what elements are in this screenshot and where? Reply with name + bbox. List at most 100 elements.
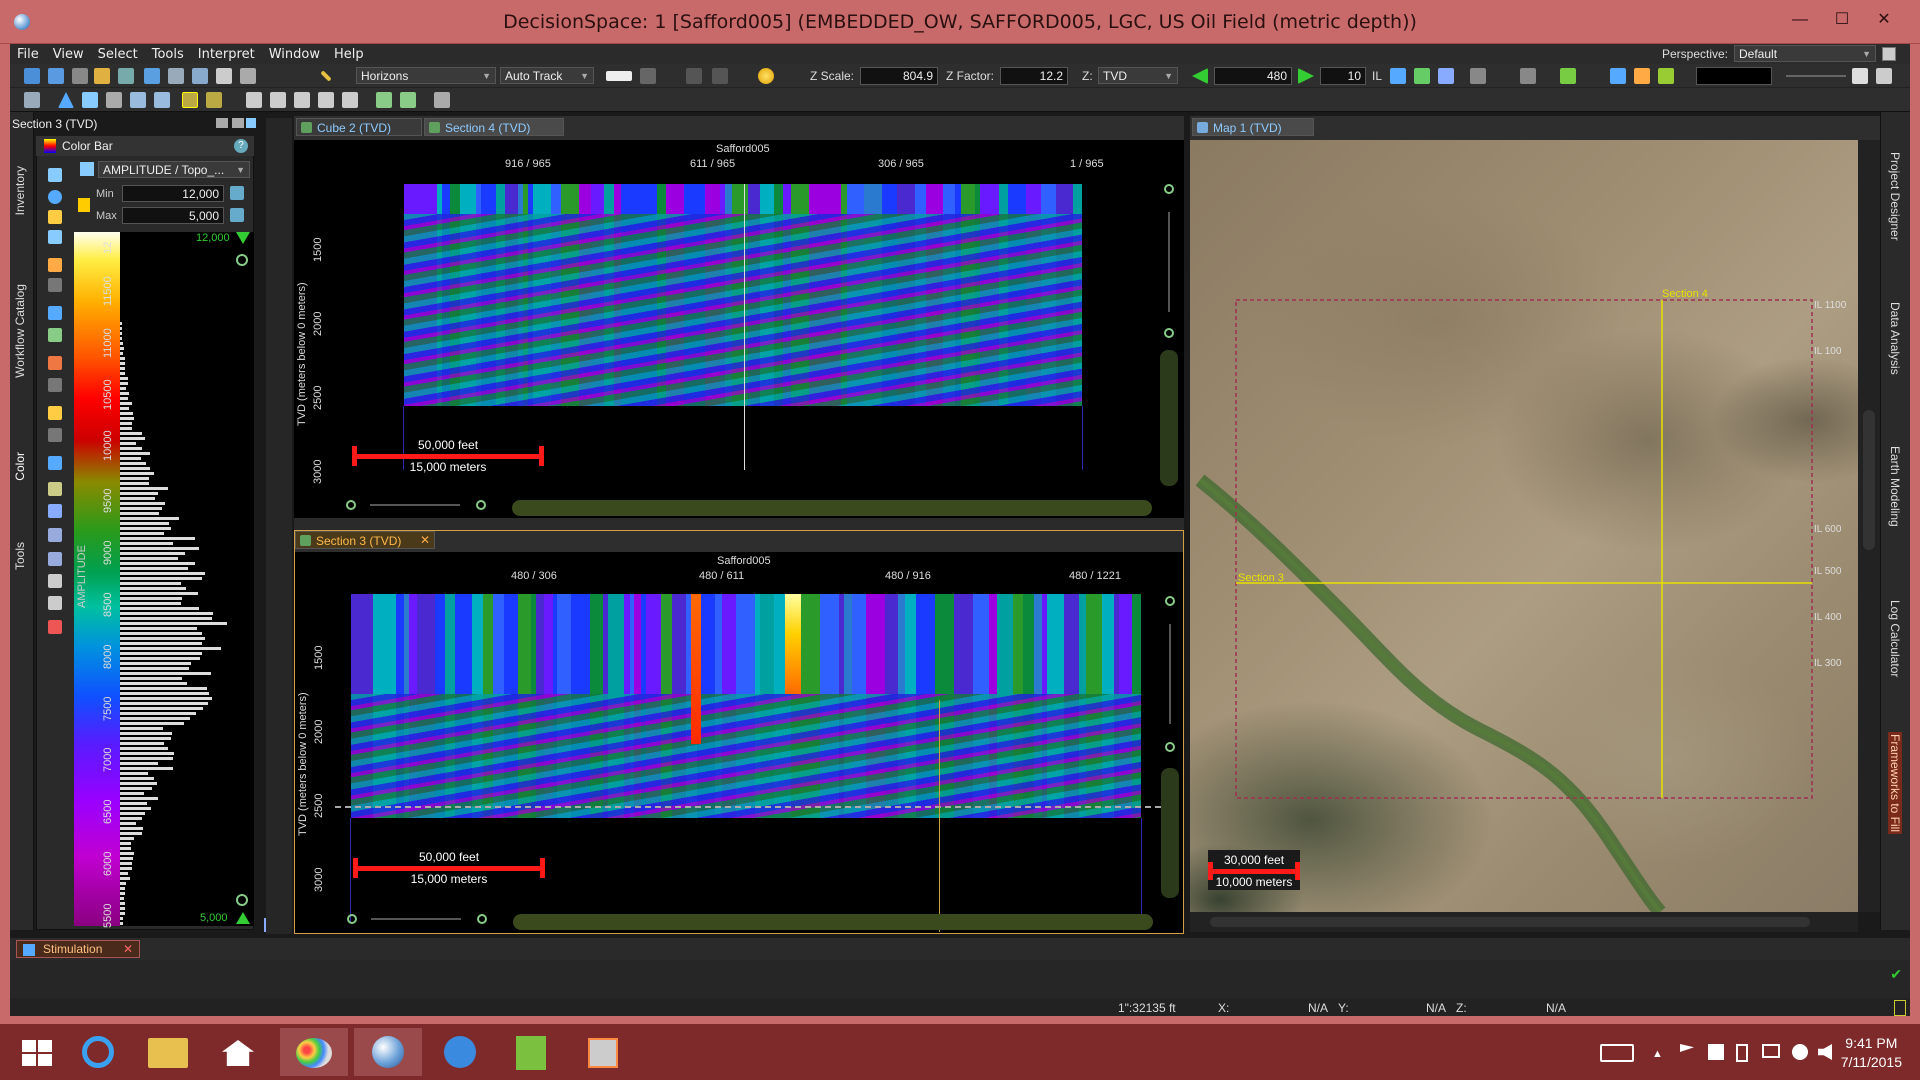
zoom-in-icon-2[interactable] (1165, 596, 1175, 606)
wells-icon[interactable] (1634, 68, 1650, 84)
z-domain-select[interactable]: TVD ▼ (1098, 67, 1178, 84)
horizons-select[interactable]: Horizons ▼ (356, 67, 496, 84)
tab-cube-2[interactable]: Cube 2 (TVD) (296, 118, 422, 136)
link-icon[interactable] (144, 68, 160, 84)
section-3-view[interactable]: Safford005 480 / 306 480 / 611 480 / 916… (294, 552, 1184, 934)
attribute-select[interactable]: AMPLITUDE / Topo_... ▼ (98, 161, 250, 178)
undo-color-icon[interactable] (48, 258, 62, 272)
system-clock[interactable]: 9:41 PM 7/11/2015 (1841, 1034, 1902, 1072)
measure-icon[interactable] (434, 92, 450, 108)
tile-icon[interactable] (376, 92, 392, 108)
play-icon[interactable] (1298, 68, 1314, 84)
network-icon[interactable] (1762, 1044, 1780, 1058)
window-5-icon[interactable] (342, 92, 358, 108)
vertical-scrollbar-2[interactable] (1161, 768, 1179, 898)
taskbar-app-tools[interactable] (570, 1028, 638, 1076)
window-icon[interactable] (246, 92, 262, 108)
help-icon[interactable]: ? (234, 139, 248, 153)
tool-icon[interactable] (118, 68, 134, 84)
active-view-icon[interactable] (182, 92, 198, 108)
bookmark-icon[interactable] (1470, 68, 1486, 84)
step-field[interactable]: 10 (1320, 67, 1366, 85)
ruler-icon[interactable] (48, 456, 62, 470)
list-2-icon[interactable] (154, 92, 170, 108)
section-4-view[interactable]: Safford005 916 / 965 611 / 965 306 / 965… (294, 140, 1184, 518)
close-stimulation-icon[interactable]: ✕ (123, 942, 133, 956)
pick-icon[interactable] (106, 92, 122, 108)
tool-2-icon[interactable] (1610, 68, 1626, 84)
house-icon[interactable] (1414, 68, 1430, 84)
list-icon[interactable] (130, 92, 146, 108)
window-2-icon[interactable] (270, 92, 286, 108)
target-icon[interactable] (1438, 68, 1454, 84)
stack-2-icon[interactable] (48, 596, 62, 610)
taskbar-home[interactable] (204, 1028, 272, 1076)
autotrack-select[interactable]: Auto Track ▼ (500, 67, 594, 84)
perspective-select[interactable]: Default ▼ (1734, 45, 1876, 62)
close-tab-icon[interactable]: ✕ (420, 533, 430, 547)
h-zoom-out-icon[interactable] (346, 500, 356, 510)
delete-icon[interactable] (48, 620, 62, 634)
pencil-icon[interactable] (320, 70, 332, 82)
split-icon[interactable] (48, 306, 62, 320)
tab-data-analysis[interactable]: Data Analysis (1888, 302, 1902, 375)
taskbar-ie[interactable] (64, 1028, 132, 1076)
tab-frameworks-to-fill[interactable]: Frameworks to Fill (1888, 732, 1902, 835)
marker-icon[interactable] (48, 406, 62, 420)
frame-field[interactable]: 480 (1214, 67, 1292, 85)
maximize-button[interactable]: ☐ (1822, 6, 1862, 34)
undo-icon[interactable] (686, 68, 702, 84)
sun-icon[interactable] (758, 68, 774, 84)
horizontal-scrollbar[interactable] (512, 500, 1152, 516)
close-button[interactable]: ✕ (1864, 6, 1904, 34)
horizontal-scrollbar-2[interactable] (513, 914, 1153, 930)
tab-workflow-catalog[interactable]: Workflow Catalog (13, 284, 27, 378)
menu-interpret[interactable]: Interpret (191, 47, 262, 62)
h-zoom-in-icon[interactable] (476, 500, 486, 510)
menu-icon[interactable] (1876, 68, 1892, 84)
tab-tools[interactable]: Tools (13, 542, 27, 570)
bookmark-2-icon[interactable] (1520, 68, 1536, 84)
zoom-in-icon[interactable] (1164, 184, 1174, 194)
zfactor-field[interactable]: 12.2 (1000, 67, 1068, 85)
search-field[interactable] (1696, 67, 1772, 85)
tray-expand-icon[interactable]: ▲ (1652, 1048, 1663, 1060)
min-reset-icon[interactable] (230, 186, 244, 200)
settings-icon[interactable] (1852, 68, 1868, 84)
redo-color-icon[interactable] (48, 278, 62, 292)
h-zoom-in-icon-2[interactable] (477, 914, 487, 924)
redo-icon[interactable] (712, 68, 728, 84)
zoom-slider-v[interactable] (1168, 212, 1170, 312)
sync-icon[interactable] (1792, 1044, 1808, 1060)
keyboard-icon[interactable] (1600, 1044, 1634, 1062)
windows-tray-icon[interactable] (1708, 1044, 1724, 1060)
taskbar-explorer[interactable] (134, 1028, 202, 1076)
taskbar-decisionspace[interactable] (354, 1028, 422, 1076)
triangle-icon[interactable] (58, 92, 74, 108)
flag-icon[interactable] (48, 356, 62, 370)
min-field[interactable]: 12,000 (122, 185, 224, 202)
tab-log-calculator[interactable]: Log Calculator (1888, 600, 1902, 677)
camera-icon[interactable] (240, 68, 256, 84)
tab-project-designer[interactable]: Project Designer (1888, 152, 1902, 241)
filter-icon[interactable] (1658, 68, 1674, 84)
stack-icon[interactable] (48, 574, 62, 588)
max-reset-icon[interactable] (230, 208, 244, 222)
window-3-icon[interactable] (294, 92, 310, 108)
top-handle-icon[interactable] (236, 232, 250, 244)
save-icon[interactable] (48, 68, 64, 84)
table-icon[interactable] (48, 328, 62, 342)
tab-section-3[interactable]: Section 3 (TVD) ✕ (295, 531, 435, 549)
taskbar-app-grid[interactable] (498, 1028, 566, 1076)
h-zoom-out-icon-2[interactable] (347, 914, 357, 924)
cycle-icon[interactable] (48, 190, 62, 204)
zoom-out-icon-2[interactable] (1165, 742, 1175, 752)
flag-tray-icon[interactable] (1680, 1044, 1694, 1052)
step-back-icon[interactable] (1192, 68, 1208, 84)
menu-view[interactable]: View (46, 47, 91, 62)
menu-tools[interactable]: Tools (145, 47, 191, 62)
tab-color[interactable]: Color (13, 452, 27, 481)
bulb-icon[interactable] (48, 210, 62, 224)
menu-select[interactable]: Select (91, 47, 145, 62)
menu-window[interactable]: Window (262, 47, 327, 62)
